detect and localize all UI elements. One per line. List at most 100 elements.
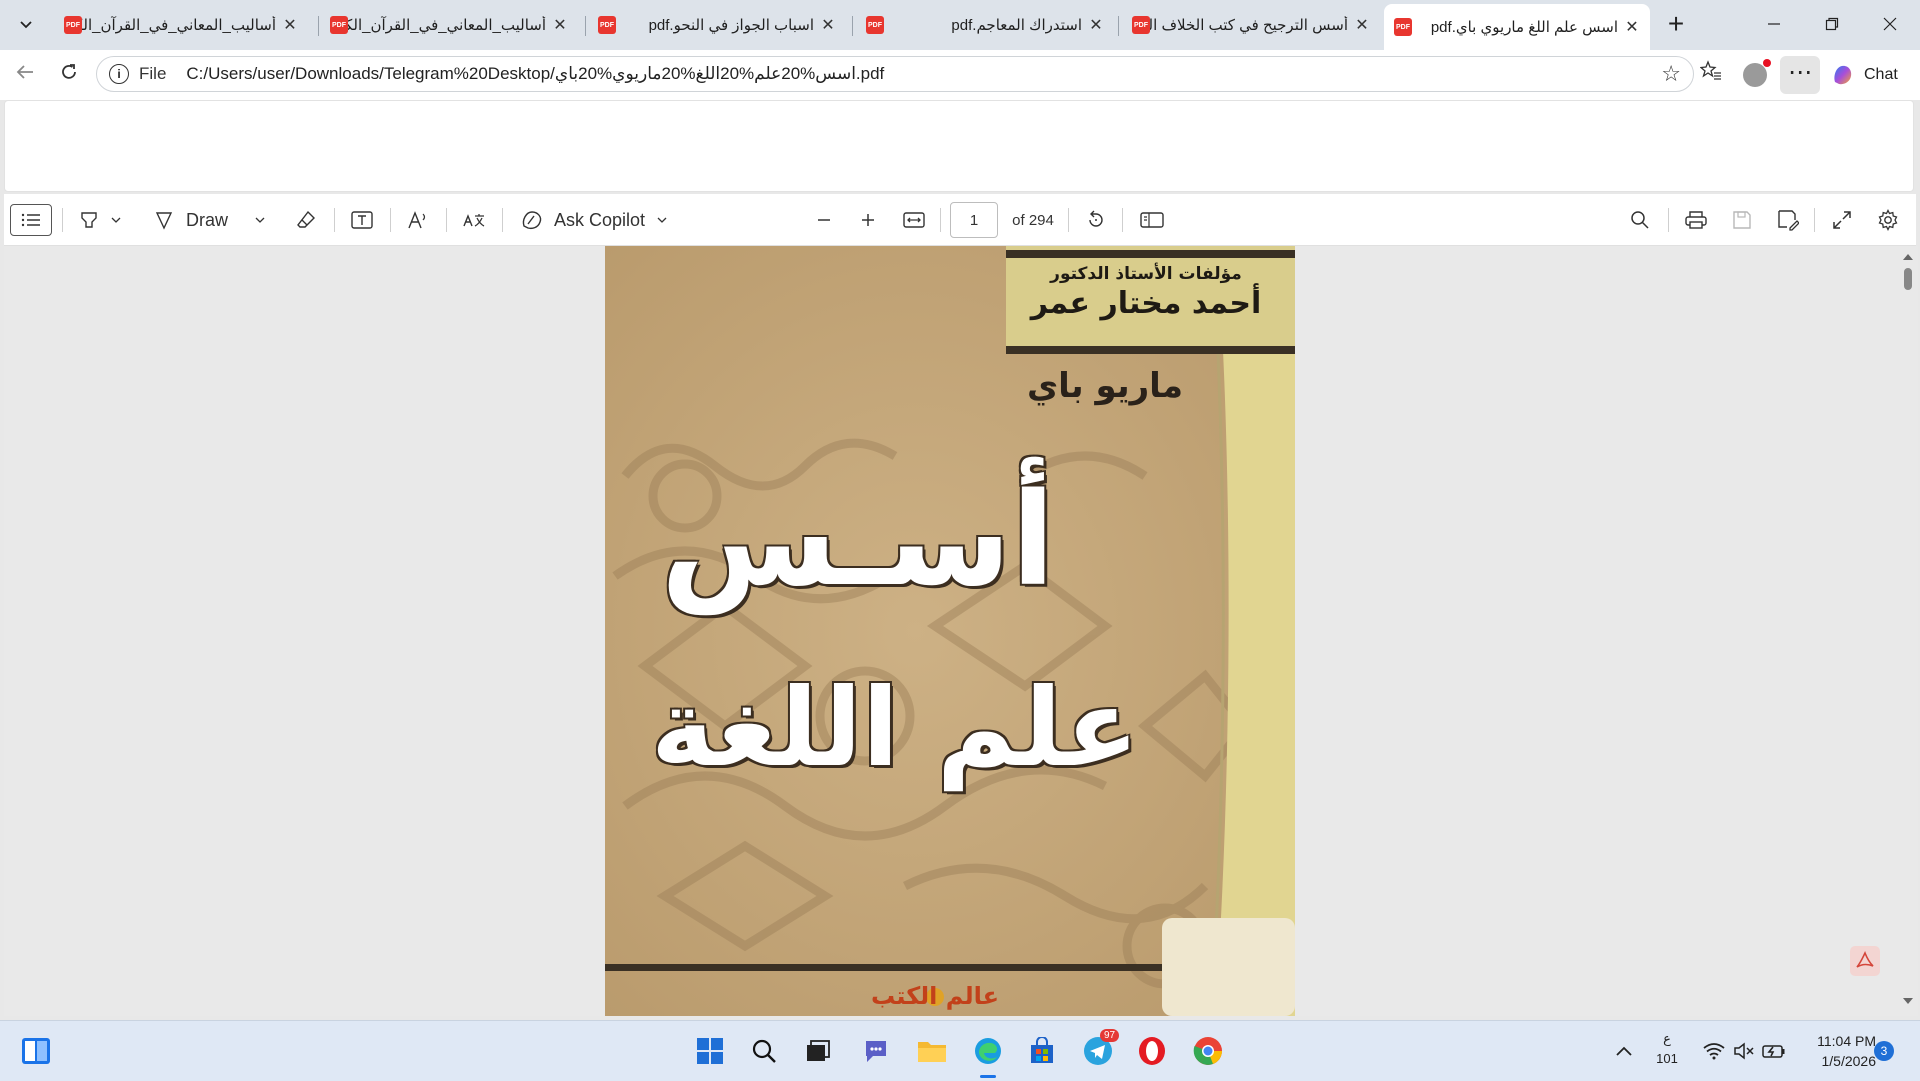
volume-muted-icon — [1734, 1042, 1754, 1060]
tab-title: أساليب_المعاني_في_القرآن_الكريم — [348, 17, 546, 34]
scroll-up-arrow-icon[interactable] — [1900, 250, 1916, 264]
restore-button[interactable] — [1812, 10, 1852, 40]
tab-1[interactable]: PDF أساليب_المعاني_في_القرآن_الكريم ✕ — [322, 6, 576, 44]
favorites-button[interactable] — [1696, 60, 1726, 90]
minimize-icon — [1768, 23, 1780, 25]
info-icon[interactable]: i — [109, 64, 129, 84]
tab-4[interactable]: PDF أسس الترجيح في كتب الخلاف النحوي ✕ — [1124, 6, 1378, 44]
page-view-icon — [1140, 212, 1164, 228]
chevron-down-icon — [255, 217, 265, 223]
text-box-icon — [351, 211, 373, 229]
windows-logo-icon — [697, 1038, 723, 1064]
teams-chat-button[interactable] — [858, 1033, 894, 1069]
contents-button[interactable] — [10, 204, 52, 236]
print-button[interactable] — [1680, 204, 1712, 236]
save-as-button[interactable] — [1772, 204, 1804, 236]
opera-button[interactable] — [1134, 1033, 1170, 1069]
address-bar-row: i File C:/Users/user/Downloads/Telegram%… — [0, 50, 1920, 100]
back-button[interactable] — [10, 60, 40, 90]
list-icon — [21, 213, 40, 227]
start-button[interactable] — [692, 1033, 728, 1069]
read-aloud-button[interactable] — [402, 204, 434, 236]
settings-and-more-button[interactable]: ⋯ — [1780, 56, 1820, 94]
battery-button[interactable] — [1756, 1033, 1792, 1069]
close-tab-icon[interactable]: ✕ — [1624, 17, 1640, 37]
pdf-settings-button[interactable] — [1872, 204, 1904, 236]
pdf-file-icon: PDF — [1394, 18, 1412, 36]
edge-icon — [975, 1038, 1001, 1064]
edge-browser-button[interactable] — [970, 1033, 1006, 1078]
minimize-button[interactable] — [1754, 10, 1794, 40]
save-button[interactable] — [1726, 204, 1758, 236]
save-as-icon — [1778, 210, 1799, 231]
pdf-file-icon: PDF — [598, 16, 616, 34]
ask-copilot-button[interactable]: Ask Copilot — [520, 204, 670, 236]
reload-button[interactable] — [54, 60, 84, 90]
scrollbar-thumb[interactable] — [1904, 268, 1912, 290]
close-tab-icon[interactable]: ✕ — [552, 15, 568, 35]
highlight-options-button[interactable] — [108, 204, 124, 236]
chevron-down-icon — [657, 217, 667, 223]
restore-icon — [1825, 17, 1839, 31]
close-tab-icon[interactable]: ✕ — [1088, 15, 1104, 35]
task-view-button[interactable] — [800, 1033, 836, 1069]
url-text: C:/Users/user/Downloads/Telegram%20Deskt… — [186, 64, 885, 83]
profile-button[interactable] — [1740, 59, 1771, 90]
zoom-out-button[interactable] — [808, 204, 840, 236]
cover-title-line2: علم اللغة — [650, 666, 1140, 791]
tab-actions-menu-button[interactable] — [10, 10, 42, 40]
zoom-in-button[interactable] — [852, 204, 884, 236]
find-button[interactable] — [1624, 204, 1656, 236]
tab-title: اسباب الجواز في النحو.pdf — [648, 17, 814, 34]
tab-0[interactable]: PDF أساليب_المعاني_في_القرآن_الكريم ✕ — [56, 6, 306, 44]
printer-icon — [1685, 211, 1707, 229]
cover-author-name: ماريو باي — [1026, 366, 1183, 406]
page-number-input[interactable]: 1 — [950, 202, 998, 238]
tab-3[interactable]: PDF استدراك المعاجم.pdf ✕ — [858, 6, 1112, 44]
clock-button[interactable]: 11:04 PM 1/5/2026 — [1800, 1031, 1876, 1071]
show-hidden-icons-button[interactable] — [1606, 1033, 1642, 1069]
copilot-icon — [1834, 65, 1852, 85]
highlight-button[interactable] — [74, 204, 104, 236]
microsoft-store-button[interactable] — [1024, 1033, 1060, 1069]
telegram-button[interactable]: 97 — [1080, 1029, 1120, 1069]
chrome-button[interactable] — [1190, 1033, 1226, 1069]
tab-2[interactable]: PDF اسباب الجواز في النحو.pdf ✕ — [590, 6, 844, 44]
favorite-star-icon[interactable]: ☆ — [1661, 61, 1681, 87]
erase-button[interactable] — [290, 204, 322, 236]
widgets-button[interactable] — [18, 1033, 54, 1069]
opera-icon — [1139, 1037, 1165, 1065]
draw-button[interactable]: Draw — [154, 204, 244, 236]
pdf-viewer[interactable]: مؤلفات الأستاذ الدكتور أحمد مختار عمر ما… — [4, 246, 1918, 1016]
notification-badge[interactable]: 3 — [1874, 1041, 1894, 1061]
back-arrow-icon — [16, 65, 33, 79]
eraser-icon — [297, 210, 315, 228]
taskbar: 97 ع 101 11:04 PM 1/5/2026 3 — [0, 1020, 1920, 1081]
close-tab-icon[interactable]: ✕ — [282, 15, 298, 35]
close-tab-icon[interactable]: ✕ — [1354, 15, 1370, 35]
fit-to-width-button[interactable] — [898, 204, 930, 236]
close-window-button[interactable] — [1870, 10, 1910, 40]
new-tab-button[interactable]: + — [1660, 10, 1692, 40]
rotate-icon — [1089, 210, 1103, 227]
translate-button[interactable] — [456, 204, 492, 236]
copilot-chat-button[interactable]: Chat — [1830, 56, 1910, 94]
acrobat-float-button[interactable] — [1850, 946, 1880, 976]
telegram-unread-badge: 97 — [1100, 1029, 1120, 1042]
add-text-button[interactable] — [346, 204, 378, 236]
favorites-list-icon — [1699, 60, 1721, 80]
input-language-button[interactable]: ع 101 — [1652, 1029, 1682, 1073]
vertical-scrollbar[interactable] — [1900, 246, 1916, 1016]
draw-options-button[interactable] — [252, 204, 268, 236]
full-screen-button[interactable] — [1826, 204, 1858, 236]
chrome-icon — [1193, 1037, 1222, 1065]
rotate-button[interactable] — [1080, 204, 1112, 236]
scroll-down-arrow-icon[interactable] — [1900, 994, 1916, 1008]
close-tab-icon[interactable]: ✕ — [820, 15, 836, 35]
expand-icon — [1833, 211, 1851, 229]
page-view-button[interactable] — [1136, 204, 1168, 236]
search-button[interactable] — [746, 1033, 782, 1069]
file-explorer-button[interactable] — [914, 1033, 950, 1069]
address-input[interactable]: i File C:/Users/user/Downloads/Telegram%… — [96, 56, 1694, 92]
tab-5[interactable]: PDF اسس علم اللغ ماريوي باي.pdf ✕ — [1384, 4, 1650, 50]
